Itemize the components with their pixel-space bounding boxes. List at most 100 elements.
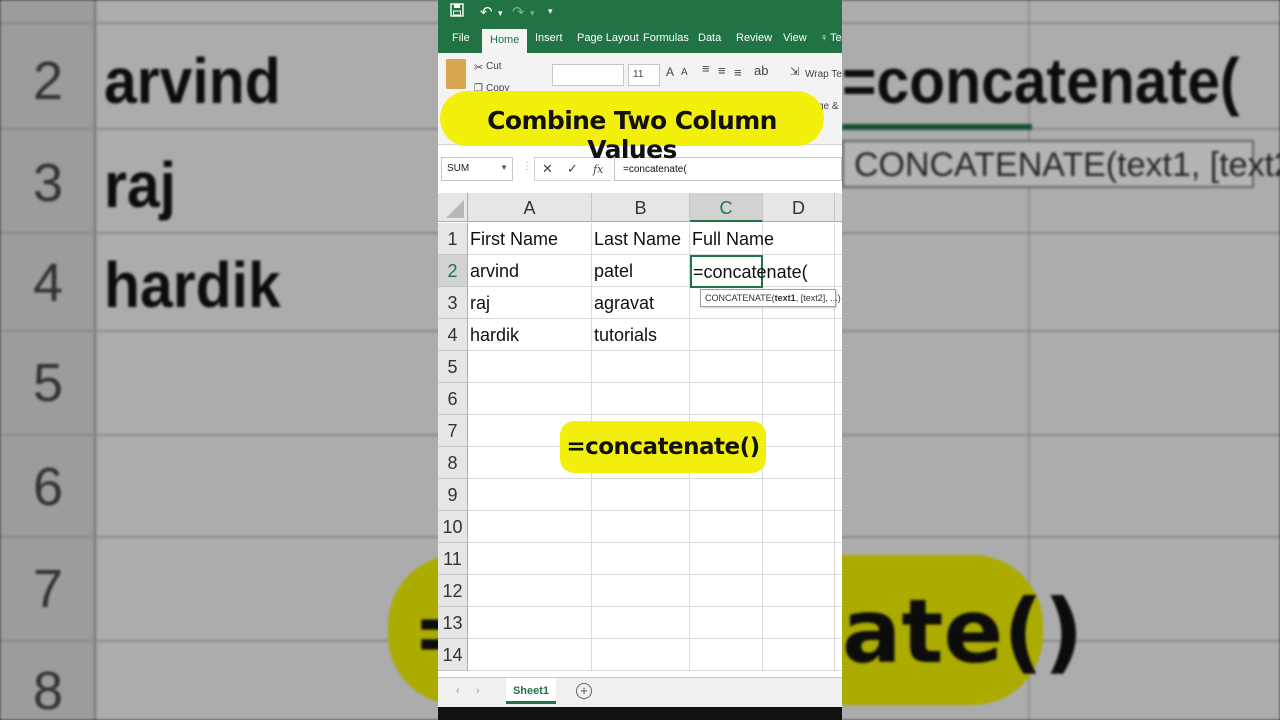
cell-a14[interactable] (468, 639, 592, 671)
select-all-button[interactable] (438, 193, 468, 222)
redo-dropdown-icon[interactable]: ▾ (530, 8, 535, 19)
tab-home[interactable]: Home (482, 29, 528, 53)
tooltip-function-name[interactable]: CONCATENATE( (705, 293, 775, 303)
row-header-1[interactable]: 1 (438, 223, 468, 255)
tab-file[interactable]: File (452, 32, 470, 44)
column-header-d[interactable]: D (763, 193, 835, 222)
row-header-6[interactable]: 6 (438, 383, 468, 415)
cell-b9[interactable] (592, 479, 690, 511)
column-header-a[interactable]: A (468, 193, 592, 222)
cell-c9[interactable] (690, 479, 763, 511)
paste-icon[interactable] (446, 59, 466, 89)
cell-b4[interactable]: tutorials (592, 319, 690, 351)
column-header-e[interactable] (835, 193, 842, 222)
cell-b3[interactable]: agravat (592, 287, 690, 319)
cut-button[interactable]: Cut (486, 61, 502, 72)
cell-a1[interactable]: First Name (468, 223, 592, 255)
cell-c1[interactable]: Full Name (690, 223, 774, 255)
row-header-13[interactable]: 13 (438, 607, 468, 639)
cell-e13[interactable] (835, 607, 842, 639)
cell-b2[interactable]: patel (592, 255, 690, 287)
cell-e5[interactable] (835, 351, 842, 383)
cell-b11[interactable] (592, 543, 690, 575)
cell-a6[interactable] (468, 383, 592, 415)
row-header-3[interactable]: 3 (438, 287, 468, 319)
redo-icon[interactable]: ↷ (512, 3, 525, 21)
cell-d10[interactable] (763, 511, 835, 543)
tab-insert[interactable]: Insert (535, 32, 563, 44)
cell-e1[interactable] (835, 223, 842, 255)
cell-b12[interactable] (592, 575, 690, 607)
cell-e4[interactable] (835, 319, 842, 351)
cell-d9[interactable] (763, 479, 835, 511)
cell-a5[interactable] (468, 351, 592, 383)
decrease-font-icon[interactable]: A (681, 67, 688, 78)
tab-data[interactable]: Data (698, 32, 721, 44)
cell-a3[interactable]: raj (468, 287, 592, 319)
sheet-tab-sheet1[interactable]: Sheet1 (506, 678, 556, 704)
cell-c5[interactable] (690, 351, 763, 383)
row-header-12[interactable]: 12 (438, 575, 468, 607)
cell-c14[interactable] (690, 639, 763, 671)
cell-a10[interactable] (468, 511, 592, 543)
tell-me-icon[interactable]: ♀ (820, 32, 828, 44)
align-middle-icon[interactable]: ≡ (718, 63, 726, 78)
cell-c6[interactable] (690, 383, 763, 415)
cell-b5[interactable] (592, 351, 690, 383)
row-header-9[interactable]: 9 (438, 479, 468, 511)
row-header-4[interactable]: 4 (438, 319, 468, 351)
cell-e2[interactable] (835, 255, 842, 287)
save-icon[interactable] (450, 3, 464, 21)
cell-a11[interactable] (468, 543, 592, 575)
name-box-dropdown-icon[interactable]: ▼ (500, 163, 508, 172)
cell-a12[interactable] (468, 575, 592, 607)
cell-c10[interactable] (690, 511, 763, 543)
align-bottom-icon[interactable]: ≡ (734, 65, 742, 80)
increase-font-icon[interactable]: A (666, 65, 674, 79)
customize-quick-access-icon[interactable]: ▾ (548, 6, 553, 17)
cell-d7[interactable] (763, 415, 835, 447)
cell-a4[interactable]: hardik (468, 319, 592, 351)
font-size-field[interactable]: 11 (628, 64, 660, 86)
cell-b10[interactable] (592, 511, 690, 543)
row-header-7[interactable]: 7 (438, 415, 468, 447)
cell-d13[interactable] (763, 607, 835, 639)
add-sheet-icon[interactable]: + (576, 683, 592, 699)
cell-e9[interactable] (835, 479, 842, 511)
row-header-14[interactable]: 14 (438, 639, 468, 671)
tab-page-layout[interactable]: Page Layout (577, 32, 639, 44)
orientation-icon[interactable]: ab (754, 63, 768, 78)
wrap-text-icon[interactable]: ⇲ (790, 65, 799, 78)
undo-icon[interactable]: ↶ (480, 3, 493, 21)
row-header-2[interactable]: 2 (438, 255, 468, 287)
cell-d6[interactable] (763, 383, 835, 415)
prev-sheet-icon[interactable]: ‹ (456, 685, 460, 697)
tab-review[interactable]: Review (736, 32, 772, 44)
align-top-icon[interactable]: ≡ (702, 61, 710, 76)
cell-e14[interactable] (835, 639, 842, 671)
tab-view[interactable]: View (783, 32, 807, 44)
cell-e7[interactable] (835, 415, 842, 447)
cell-c12[interactable] (690, 575, 763, 607)
insert-function-icon[interactable]: fx (593, 163, 603, 176)
row-header-5[interactable]: 5 (438, 351, 468, 383)
cell-c13[interactable] (690, 607, 763, 639)
row-header-11[interactable]: 11 (438, 543, 468, 575)
cell-e10[interactable] (835, 511, 842, 543)
row-header-10[interactable]: 10 (438, 511, 468, 543)
cell-d12[interactable] (763, 575, 835, 607)
cell-b1[interactable]: Last Name (592, 223, 690, 255)
row-header-8[interactable]: 8 (438, 447, 468, 479)
cell-c11[interactable] (690, 543, 763, 575)
cell-d1[interactable] (763, 223, 835, 255)
next-sheet-icon[interactable]: › (476, 685, 480, 697)
cell-d8[interactable] (763, 447, 835, 479)
font-name-field[interactable] (552, 64, 624, 86)
cell-b13[interactable] (592, 607, 690, 639)
cell-e8[interactable] (835, 447, 842, 479)
scissors-icon[interactable]: ✂ (474, 61, 483, 74)
cell-a2[interactable]: arvind (468, 255, 592, 287)
tab-tell-me[interactable]: Te (830, 32, 842, 44)
cell-e6[interactable] (835, 383, 842, 415)
tab-formulas[interactable]: Formulas (643, 32, 689, 44)
